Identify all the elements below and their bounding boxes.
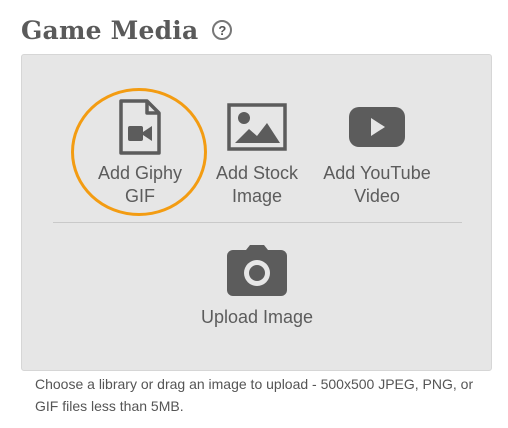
media-panel: Add Giphy GIF Add Stock Image Add YouTub… <box>21 54 492 371</box>
option-label-line2: GIF <box>125 186 155 206</box>
help-icon[interactable]: ? <box>212 20 233 40</box>
upload-label: Upload Image <box>200 307 314 327</box>
option-label-line1: Add YouTube <box>323 163 431 183</box>
option-label-line1: Add Stock <box>215 163 299 183</box>
add-stock-image-button[interactable]: Add Stock Image <box>207 99 307 208</box>
section-title: Game Media <box>21 15 199 45</box>
divider <box>53 222 462 223</box>
image-icon <box>227 99 287 155</box>
option-label-line1: Add Giphy <box>97 163 183 183</box>
camera-icon <box>226 243 288 299</box>
add-youtube-video-button[interactable]: Add YouTube Video <box>317 99 437 208</box>
option-label-line2: Image <box>231 186 283 206</box>
option-label-line2: Video <box>354 186 400 206</box>
add-giphy-gif-button[interactable]: Add Giphy GIF <box>84 99 196 208</box>
youtube-play-icon <box>348 99 406 155</box>
video-file-icon <box>118 99 162 155</box>
section-header: Game Media ? <box>21 12 233 48</box>
upload-image-button[interactable]: Upload Image <box>182 243 332 329</box>
upload-hint-text: Choose a library or drag an image to upl… <box>35 376 474 414</box>
